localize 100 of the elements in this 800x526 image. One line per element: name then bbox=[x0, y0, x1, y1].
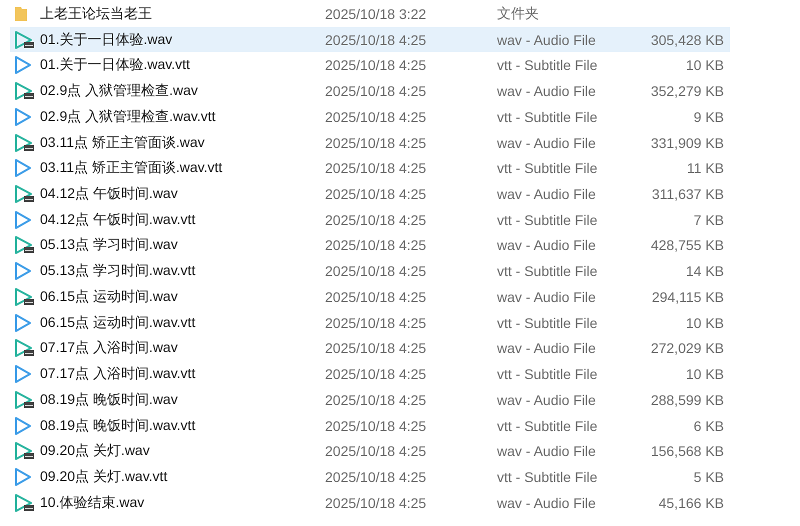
audio-play-icon bbox=[14, 286, 36, 307]
file-row[interactable]: 09.20点 关灯.wav.vtt 2025/10/18 4:25 vtt - Subtitle File 5 KB bbox=[10, 464, 730, 490]
play-icon bbox=[14, 210, 32, 230]
audio-play-icon bbox=[14, 184, 36, 204]
file-type: wav - Audio File bbox=[497, 186, 597, 202]
file-type: vtt - Subtitle File bbox=[497, 108, 598, 125]
file-type: vtt - Subtitle File bbox=[497, 366, 598, 382]
file-date: 2025/10/18 4:25 bbox=[325, 494, 428, 511]
file-row[interactable]: 06.15点 运动时间.wav.vtt 2025/10/18 4:25 vtt - Subtitle File 10 KB bbox=[10, 310, 730, 336]
file-row[interactable]: 08.19点 晚饭时间.wav 2025/10/18 4:25 wav - Audio File 288,599 KB bbox=[10, 387, 730, 413]
file-type: wav - Audio File bbox=[497, 392, 597, 408]
file-type: vtt - Subtitle File bbox=[497, 160, 598, 176]
file-date: 2025/10/18 4:25 bbox=[325, 212, 428, 228]
file-size: 11 KB bbox=[686, 160, 724, 176]
audio-play-icon bbox=[14, 235, 36, 256]
file-name: 09.20点 关灯.wav.vtt bbox=[40, 468, 168, 486]
file-date: 2025/10/18 4:25 bbox=[325, 108, 428, 125]
file-date: 2025/10/18 4:25 bbox=[325, 469, 428, 486]
file-size: 10 KB bbox=[686, 314, 724, 331]
file-name: 10.体验结束.wav bbox=[40, 494, 146, 512]
play-icon bbox=[14, 55, 32, 76]
file-date: 2025/10/18 4:25 bbox=[325, 186, 428, 202]
file-name: 06.15点 运动时间.wav bbox=[40, 288, 179, 306]
file-size: 156,568 KB bbox=[650, 443, 724, 460]
file-row[interactable]: 01.关于一日体验.wav 2025/10/18 4:25 wav - Audio File 305,428 KB bbox=[10, 26, 730, 52]
file-type: wav - Audio File bbox=[497, 32, 597, 48]
file-name: 06.15点 运动时间.wav.vtt bbox=[40, 314, 196, 332]
file-row[interactable]: 07.17点 入浴时间.wav 2025/10/18 4:25 wav - Audio File 272,029 KB bbox=[10, 336, 730, 362]
file-type: vtt - Subtitle File bbox=[497, 418, 598, 434]
play-icon bbox=[14, 467, 32, 488]
file-type: wav - Audio File bbox=[497, 443, 597, 460]
file-date: 2025/10/18 4:25 bbox=[325, 32, 428, 48]
file-date: 2025/10/18 4:25 bbox=[325, 443, 428, 460]
file-size: 288,599 KB bbox=[650, 392, 724, 408]
file-row[interactable]: 03.11点 矫正主管面谈.wav 2025/10/18 4:25 wav - Audio File 331,909 KB bbox=[10, 130, 730, 156]
file-row[interactable]: 上老王论坛当老王 2025/10/18 3:22 文件夹 bbox=[10, 1, 730, 27]
file-name: 上老王论坛当老王 bbox=[40, 4, 153, 23]
file-type: vtt - Subtitle File bbox=[497, 263, 598, 280]
file-date: 2025/10/18 4:25 bbox=[325, 134, 428, 151]
file-row[interactable]: 02.9点 入狱管理检查.wav 2025/10/18 4:25 wav - Audio File 352,279 KB bbox=[10, 78, 730, 104]
file-name: 05.13点 学习时间.wav bbox=[40, 236, 179, 254]
file-name: 02.9点 入狱管理检查.wav.vtt bbox=[40, 108, 217, 126]
file-name: 05.13点 学习时间.wav.vtt bbox=[40, 262, 196, 280]
audio-play-icon bbox=[14, 390, 36, 410]
file-date: 2025/10/18 4:25 bbox=[325, 237, 428, 254]
file-row[interactable]: 02.9点 入狱管理检查.wav.vtt 2025/10/18 4:25 vtt - Subtitle File 9 KB bbox=[10, 104, 730, 130]
file-type: vtt - Subtitle File bbox=[497, 469, 598, 486]
play-icon bbox=[14, 416, 32, 436]
file-date: 2025/10/18 4:25 bbox=[325, 288, 428, 305]
file-name: 09.20点 关灯.wav bbox=[40, 442, 151, 460]
file-size: 45,166 KB bbox=[658, 494, 724, 511]
file-row[interactable]: 03.11点 矫正主管面谈.wav.vtt 2025/10/18 4:25 vtt - Subtitle File 11 KB bbox=[10, 155, 730, 182]
file-size: 352,279 KB bbox=[650, 83, 724, 100]
file-date: 2025/10/18 4:25 bbox=[325, 314, 428, 331]
file-type: wav - Audio File bbox=[497, 237, 597, 254]
file-type: vtt - Subtitle File bbox=[497, 57, 598, 74]
file-name: 01.关于一日体验.wav bbox=[40, 30, 174, 49]
file-row[interactable]: 07.17点 入浴时间.wav.vtt 2025/10/18 4:25 vtt - Subtitle File 10 KB bbox=[10, 361, 730, 388]
play-icon bbox=[14, 158, 32, 178]
file-size: 272,029 KB bbox=[650, 340, 724, 356]
file-row[interactable]: 01.关于一日体验.wav.vtt 2025/10/18 4:25 vtt - Subtitle File 10 KB bbox=[10, 52, 730, 78]
file-row[interactable]: 04.12点 午饭时间.wav.vtt 2025/10/18 4:25 vtt - Subtitle File 7 KB bbox=[10, 206, 730, 233]
file-size: 6 KB bbox=[694, 418, 724, 434]
file-name: 08.19点 晚饭时间.wav bbox=[40, 390, 179, 409]
file-date: 2025/10/18 4:25 bbox=[325, 340, 428, 356]
file-size: 311,637 KB bbox=[652, 186, 724, 202]
file-size: 428,755 KB bbox=[650, 237, 724, 254]
file-name: 03.11点 矫正主管面谈.wav.vtt bbox=[40, 159, 224, 178]
file-size: 10 KB bbox=[686, 366, 724, 382]
audio-play-icon bbox=[14, 492, 36, 513]
file-date: 2025/10/18 4:25 bbox=[325, 366, 428, 382]
play-icon bbox=[14, 364, 32, 384]
file-size: 294,115 KB bbox=[652, 288, 724, 305]
file-date: 2025/10/18 3:22 bbox=[325, 6, 428, 22]
file-row[interactable]: 09.20点 关灯.wav 2025/10/18 4:25 wav - Audio File 156,568 KB bbox=[10, 438, 730, 464]
audio-play-icon bbox=[14, 338, 36, 358]
file-row[interactable]: 08.19点 晚饭时间.wav.vtt 2025/10/18 4:25 vtt - Subtitle File 6 KB bbox=[10, 412, 730, 438]
file-row[interactable]: 05.13点 学习时间.wav 2025/10/18 4:25 wav - Audio File 428,755 KB bbox=[10, 232, 730, 258]
file-name: 07.17点 入浴时间.wav.vtt bbox=[40, 365, 196, 384]
file-name: 03.11点 矫正主管面谈.wav bbox=[40, 134, 206, 152]
file-name: 01.关于一日体验.wav.vtt bbox=[40, 56, 191, 74]
file-size: 305,428 KB bbox=[650, 32, 724, 48]
file-row[interactable]: 10.体验结束.wav 2025/10/18 4:25 wav - Audio File 45,166 KB bbox=[10, 490, 730, 516]
play-icon bbox=[14, 312, 32, 333]
audio-play-icon bbox=[14, 132, 36, 153]
file-type: wav - Audio File bbox=[497, 288, 597, 305]
file-name: 02.9点 入狱管理检查.wav bbox=[40, 82, 199, 100]
file-type: wav - Audio File bbox=[497, 494, 597, 511]
file-type: 文件夹 bbox=[497, 4, 540, 23]
file-type: wav - Audio File bbox=[497, 134, 597, 151]
file-type: vtt - Subtitle File bbox=[497, 314, 598, 331]
folder-icon bbox=[14, 6, 28, 22]
file-date: 2025/10/18 4:25 bbox=[325, 57, 428, 74]
file-size: 5 KB bbox=[694, 469, 724, 486]
file-size: 9 KB bbox=[694, 108, 724, 125]
file-row[interactable]: 06.15点 运动时间.wav 2025/10/18 4:25 wav - Audio File 294,115 KB bbox=[10, 284, 730, 310]
file-type: wav - Audio File bbox=[497, 83, 597, 100]
file-row[interactable]: 04.12点 午饭时间.wav 2025/10/18 4:25 wav - Audio File 311,637 KB bbox=[10, 181, 730, 207]
file-row[interactable]: 05.13点 学习时间.wav.vtt 2025/10/18 4:25 vtt - Subtitle File 14 KB bbox=[10, 258, 730, 284]
file-name: 07.17点 入浴时间.wav bbox=[40, 339, 179, 358]
